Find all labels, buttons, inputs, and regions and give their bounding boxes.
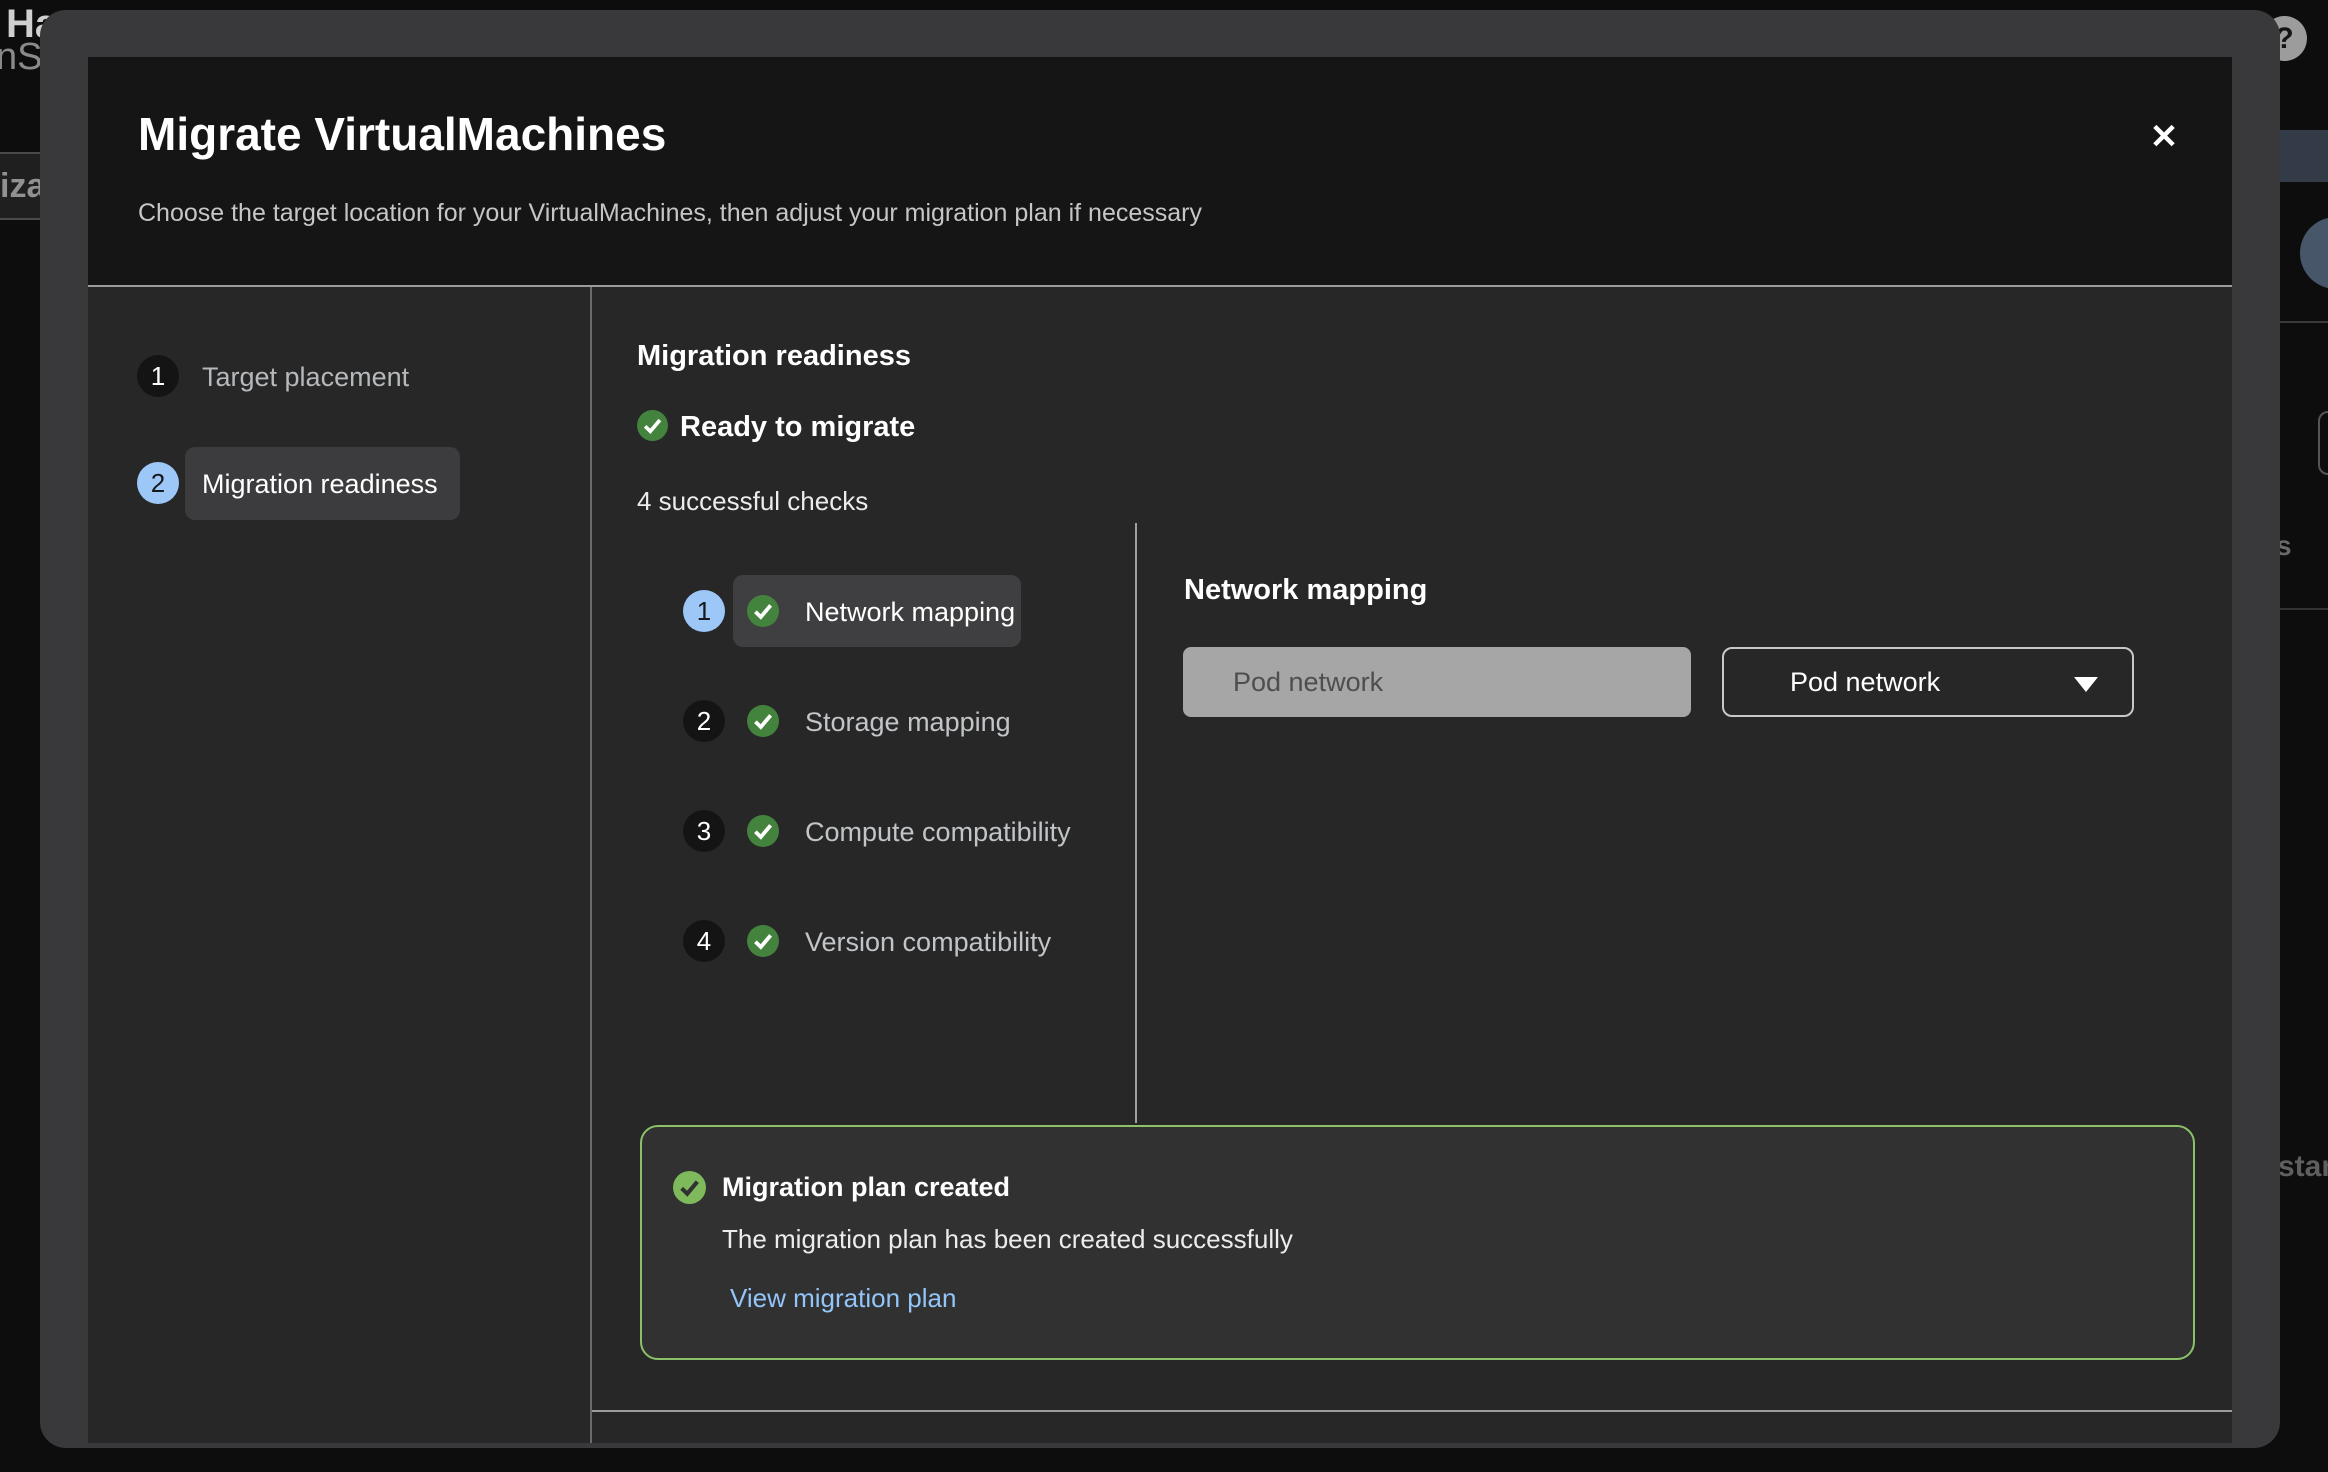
modal-body: 1 Target placement 2 Migration readiness…	[88, 287, 2232, 1443]
chevron-down-icon	[2074, 677, 2098, 692]
modal-header: Migrate VirtualMachines Choose the targe…	[88, 57, 2232, 285]
alert-title: Migration plan created	[722, 1172, 1010, 1203]
check-label: Network mapping	[805, 597, 1015, 628]
wizard-step-label: Migration readiness	[202, 469, 438, 500]
check-number-badge: 2	[683, 700, 725, 742]
readiness-heading: Migration readiness	[637, 340, 911, 373]
check-number-badge: 4	[683, 920, 725, 962]
migrate-modal-frame: Migrate VirtualMachines Choose the targe…	[40, 10, 2280, 1448]
source-network-input[interactable]	[1183, 647, 1691, 717]
alert-success-check-icon	[673, 1171, 706, 1204]
background-divider	[2280, 321, 2328, 323]
close-icon[interactable]: ✕	[2140, 113, 2188, 161]
migrate-modal: Migrate VirtualMachines Choose the targe…	[88, 57, 2232, 1443]
modal-subtitle: Choose the target location for your Virt…	[138, 199, 1202, 228]
success-check-icon	[747, 925, 779, 957]
alert-description: The migration plan has been created succ…	[722, 1224, 1293, 1255]
background-nav-item-label: iza	[0, 167, 45, 206]
step-number-badge: 2	[137, 462, 179, 504]
background-divider	[2280, 608, 2328, 610]
panel-divider	[1135, 523, 1137, 1123]
check-label: Storage mapping	[805, 707, 1011, 738]
background-brand-text-2: nS	[0, 36, 42, 79]
check-number-badge: 3	[683, 810, 725, 852]
migration-plan-alert: Migration plan created The migration pla…	[640, 1125, 2195, 1360]
background-avatar	[2300, 217, 2328, 289]
target-network-selected-value: Pod network	[1790, 667, 1940, 698]
step-number-badge: 1	[137, 355, 179, 397]
view-migration-plan-link[interactable]: View migration plan	[730, 1283, 956, 1314]
background-text-fragment: stan	[2278, 1150, 2328, 1184]
success-check-icon	[747, 705, 779, 737]
check-number-badge: 1	[683, 590, 725, 632]
success-check-icon	[747, 595, 779, 627]
network-mapping-heading: Network mapping	[1184, 574, 1427, 607]
check-label: Compute compatibility	[805, 817, 1071, 848]
background-selected-row	[2280, 130, 2328, 182]
success-check-icon	[637, 410, 668, 441]
target-network-select[interactable]: Pod network	[1722, 647, 2134, 717]
background-outline-box	[2318, 411, 2328, 475]
success-check-icon	[747, 815, 779, 847]
wizard-nav-divider	[590, 287, 592, 1443]
check-label: Version compatibility	[805, 927, 1051, 958]
modal-title: Migrate VirtualMachines	[138, 107, 666, 161]
readiness-status: Ready to migrate	[680, 411, 915, 444]
wizard-step-label: Target placement	[202, 362, 409, 393]
footer-divider	[592, 1410, 2232, 1412]
checks-summary: 4 successful checks	[637, 486, 868, 517]
